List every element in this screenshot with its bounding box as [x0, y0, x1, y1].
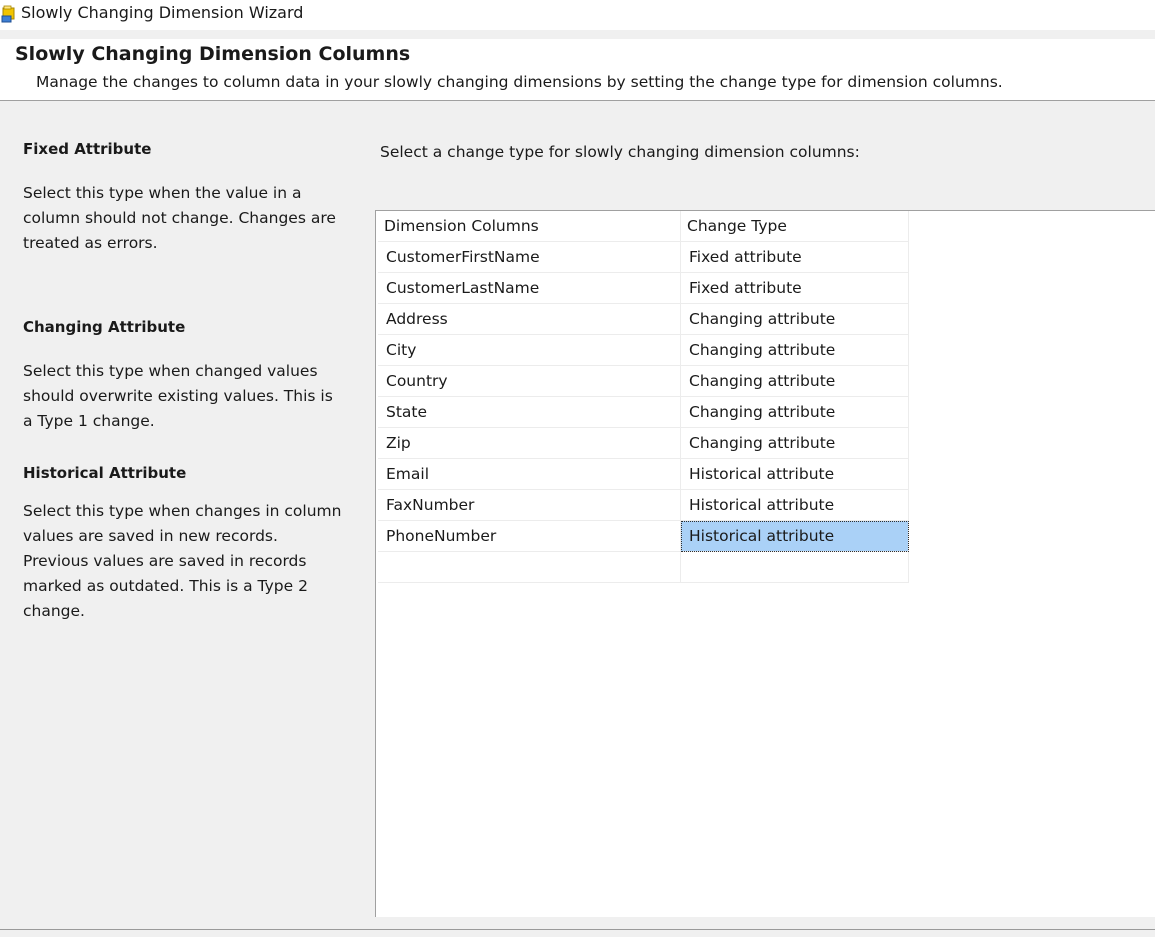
change-type-cell[interactable]: Fixed attribute	[680, 241, 909, 273]
historical-attribute-description: Select this type when changes in column …	[23, 502, 342, 620]
change-type-cell[interactable]: Changing attribute	[680, 396, 909, 428]
fixed-attribute-description: Select this type when the value in a col…	[23, 184, 336, 252]
title-separator	[0, 30, 1155, 39]
change-type-cell[interactable]: Historical attribute	[680, 489, 909, 521]
change-type-cell[interactable]: Fixed attribute	[680, 272, 909, 304]
dimension-column-cell[interactable]: FaxNumber	[378, 489, 681, 521]
change-type-cell[interactable]: Changing attribute	[680, 303, 909, 335]
table-row[interactable]: Country Changing attribute	[378, 365, 909, 397]
footer-strip	[0, 930, 1155, 937]
dimension-column-cell[interactable]: Address	[378, 303, 681, 335]
change-type-cell[interactable]: Changing attribute	[680, 427, 909, 459]
dimension-column-cell[interactable]: State	[378, 396, 681, 428]
change-type-table: Dimension Columns Change Type CustomerFi…	[378, 211, 909, 583]
dimension-column-cell[interactable]: Email	[378, 458, 681, 490]
table-row[interactable]: Address Changing attribute	[378, 303, 909, 335]
changing-attribute-heading: Changing Attribute	[23, 318, 186, 336]
table-row[interactable]: CustomerFirstName Fixed attribute	[378, 241, 909, 273]
change-type-cell[interactable]: Changing attribute	[680, 365, 909, 397]
table-row[interactable]: State Changing attribute	[378, 396, 909, 428]
change-type-cell-empty[interactable]	[680, 551, 909, 583]
page-header: Slowly Changing Dimension Columns Manage…	[0, 39, 1155, 101]
column-header-dimension-columns[interactable]: Dimension Columns	[378, 211, 681, 242]
change-type-cell[interactable]: Historical attribute	[680, 458, 909, 490]
dimension-column-cell[interactable]: City	[378, 334, 681, 366]
change-type-cell[interactable]: Changing attribute	[680, 334, 909, 366]
dimension-column-cell-empty[interactable]	[378, 551, 681, 583]
new-row[interactable]	[378, 551, 909, 583]
page-title: Slowly Changing Dimension Columns	[15, 43, 411, 65]
column-header-change-type[interactable]: Change Type	[680, 211, 909, 242]
table-row[interactable]: Zip Changing attribute	[378, 427, 909, 459]
dimension-column-cell[interactable]: Country	[378, 365, 681, 397]
grid-instruction: Select a change type for slowly changing…	[380, 143, 860, 161]
historical-attribute-heading: Historical Attribute	[23, 464, 187, 482]
dimension-columns-grid[interactable]: Dimension Columns Change Type CustomerFi…	[375, 210, 1155, 917]
wizard-app-icon	[1, 5, 17, 23]
dimension-column-cell[interactable]: CustomerLastName	[378, 272, 681, 304]
table-row[interactable]: CustomerLastName Fixed attribute	[378, 272, 909, 304]
table-row-selected[interactable]: PhoneNumber Historical attribute	[378, 520, 909, 552]
page-subtitle: Manage the changes to column data in you…	[36, 73, 1003, 91]
window-title: Slowly Changing Dimension Wizard	[21, 3, 304, 22]
dimension-column-cell[interactable]: Zip	[378, 427, 681, 459]
table-row[interactable]: Email Historical attribute	[378, 458, 909, 490]
grid-header-row: Dimension Columns Change Type	[378, 211, 909, 242]
fixed-attribute-heading: Fixed Attribute	[23, 140, 152, 158]
table-row[interactable]: FaxNumber Historical attribute	[378, 489, 909, 521]
title-bar: Slowly Changing Dimension Wizard	[0, 0, 1155, 30]
changing-attribute-description: Select this type when changed values sho…	[23, 362, 333, 430]
change-type-cell-selected[interactable]: Historical attribute	[680, 520, 909, 552]
table-row[interactable]: City Changing attribute	[378, 334, 909, 366]
dimension-column-cell[interactable]: PhoneNumber	[378, 520, 681, 552]
wizard-window: Slowly Changing Dimension Wizard Slowly …	[0, 0, 1155, 937]
dimension-column-cell[interactable]: CustomerFirstName	[378, 241, 681, 273]
